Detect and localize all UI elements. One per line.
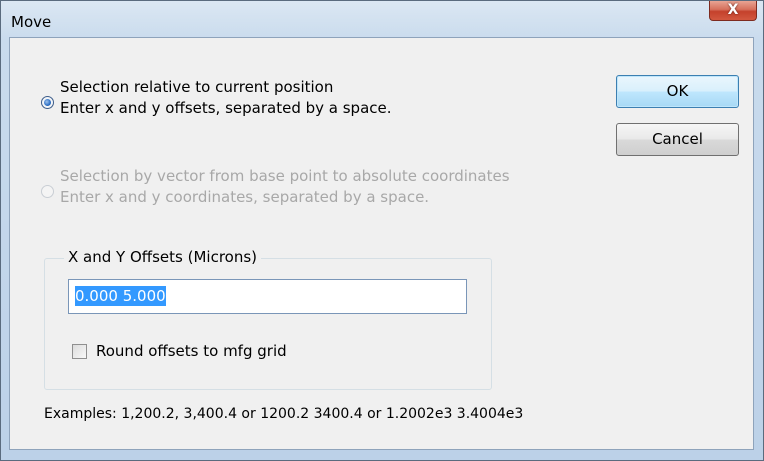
vector-absolute-hint: Enter x and y coordinates, separated by …	[60, 188, 430, 206]
close-button[interactable]: X	[709, 1, 757, 21]
relative-position-label[interactable]: Selection relative to current position	[60, 78, 333, 96]
dialog-body: Selection relative to current position E…	[9, 37, 754, 450]
offsets-groupbox	[44, 258, 492, 390]
offsets-input[interactable]: 0.000 5.000	[68, 279, 467, 314]
vector-absolute-radio[interactable]	[41, 185, 54, 198]
offsets-input-selected-text: 0.000 5.000	[75, 286, 166, 306]
title-bar[interactable]: Move X	[1, 1, 763, 39]
round-offsets-checkbox[interactable]	[72, 344, 87, 359]
cancel-button[interactable]: Cancel	[616, 123, 739, 156]
vector-absolute-label: Selection by vector from base point to a…	[60, 167, 510, 185]
window-title: Move	[11, 13, 52, 31]
close-icon: X	[727, 2, 739, 18]
examples-text: Examples: 1,200.2, 3,400.4 or 1200.2 340…	[44, 406, 524, 422]
offsets-group-label: X and Y Offsets (Microns)	[64, 248, 262, 266]
relative-position-radio[interactable]	[41, 96, 54, 109]
move-dialog: Move X Selection relative to current pos…	[0, 0, 764, 461]
ok-button[interactable]: OK	[616, 75, 739, 108]
relative-position-hint: Enter x and y offsets, separated by a sp…	[60, 99, 392, 117]
round-offsets-label[interactable]: Round offsets to mfg grid	[96, 342, 287, 360]
